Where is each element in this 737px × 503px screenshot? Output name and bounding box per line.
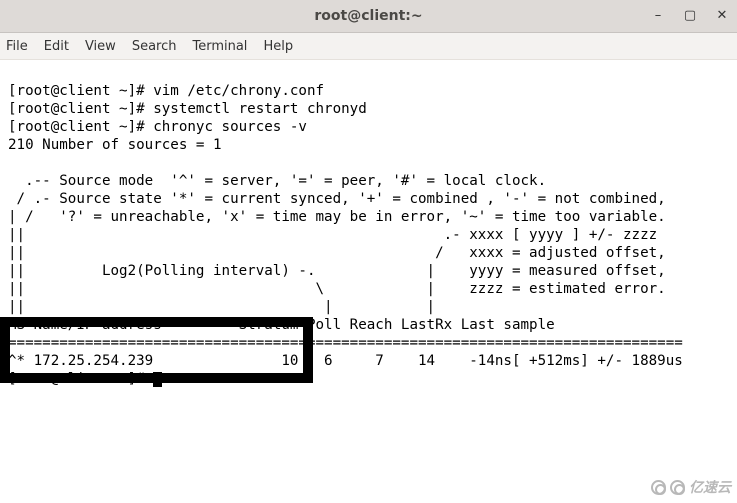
menu-help[interactable]: Help bbox=[263, 39, 293, 54]
terminal-line: [root@client ~]# chronyc sources -v bbox=[8, 119, 307, 135]
cursor-icon bbox=[153, 372, 162, 387]
menu-edit[interactable]: Edit bbox=[44, 39, 69, 54]
terminal-line: MS Name/IP address Stratum Poll Reach La… bbox=[8, 317, 555, 333]
menubar: File Edit View Search Terminal Help bbox=[0, 33, 737, 60]
window-title: root@client:~ bbox=[0, 8, 737, 24]
terminal-line: ^* 172.25.254.239 10 6 7 14 -14ns[ +512m… bbox=[8, 353, 683, 369]
terminal-line: || .- xxxx [ yyyy ] +/- zzzz bbox=[8, 227, 657, 243]
watermark-text: 亿速云 bbox=[689, 477, 731, 497]
terminal-line: [root@client ~]# systemctl restart chron… bbox=[8, 101, 367, 117]
terminal-line: || / xxxx = adjusted offset, bbox=[8, 245, 666, 261]
terminal-line: .-- Source mode '^' = server, '=' = peer… bbox=[8, 173, 546, 189]
window-controls: – ▢ ✕ bbox=[649, 6, 731, 24]
menu-file[interactable]: File bbox=[6, 39, 28, 54]
close-button[interactable]: ✕ bbox=[713, 6, 731, 24]
terminal-line: / .- Source state '*' = current synced, … bbox=[8, 191, 666, 207]
terminal-line: || \ | zzzz = estimated error. bbox=[8, 281, 666, 297]
watermark-logo-icon bbox=[651, 480, 666, 495]
watermark: 亿速云 bbox=[651, 477, 731, 497]
maximize-button[interactable]: ▢ bbox=[681, 6, 699, 24]
terminal-line: 210 Number of sources = 1 bbox=[8, 137, 222, 153]
terminal-line: ========================================… bbox=[8, 335, 683, 351]
menu-search[interactable]: Search bbox=[132, 39, 177, 54]
menu-terminal[interactable]: Terminal bbox=[192, 39, 247, 54]
titlebar: root@client:~ – ▢ ✕ bbox=[0, 0, 737, 33]
terminal-line: | / '?' = unreachable, 'x' = time may be… bbox=[8, 209, 666, 225]
watermark-logo-icon bbox=[670, 480, 685, 495]
terminal-output[interactable]: [root@client ~]# vim /etc/chrony.conf [r… bbox=[0, 60, 737, 392]
terminal-line: || | | bbox=[8, 299, 435, 315]
minimize-button[interactable]: – bbox=[649, 6, 667, 24]
menu-view[interactable]: View bbox=[85, 39, 116, 54]
terminal-prompt: [root@client ~]# bbox=[8, 371, 153, 387]
terminal-line: || Log2(Polling interval) -. | yyyy = me… bbox=[8, 263, 666, 279]
terminal-line: [root@client ~]# vim /etc/chrony.conf bbox=[8, 83, 324, 99]
